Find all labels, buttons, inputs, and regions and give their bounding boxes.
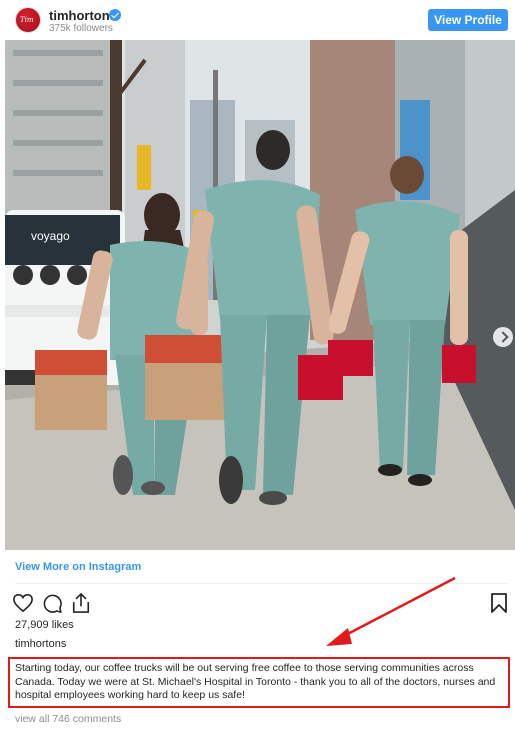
avatar-logo: Tim <box>20 16 34 24</box>
truck-brand: voyago <box>31 229 70 243</box>
username[interactable]: timhortons <box>49 8 117 23</box>
bookmark-icon[interactable] <box>490 592 508 614</box>
post-header: Tim timhortons 375k followers View Profi… <box>0 0 515 40</box>
view-profile-button[interactable]: View Profile <box>428 9 508 31</box>
chevron-right-icon[interactable] <box>493 327 513 347</box>
caption-highlight-box: Starting today, our coffee trucks will b… <box>8 657 510 708</box>
caption-username[interactable]: timhortons <box>15 638 66 650</box>
like-count: 27,909 likes <box>15 619 74 631</box>
view-more-link[interactable]: View More on Instagram <box>15 561 141 573</box>
avatar[interactable]: Tim <box>15 7 41 33</box>
verified-icon <box>109 9 121 21</box>
heart-icon[interactable] <box>12 593 34 613</box>
comment-icon[interactable] <box>42 593 63 614</box>
post-image[interactable]: voyago <box>5 40 515 550</box>
view-comments-link[interactable]: view all 746 comments <box>15 713 121 725</box>
share-icon[interactable] <box>71 592 91 614</box>
divider <box>15 583 508 584</box>
caption-text: Starting today, our coffee trucks will b… <box>15 662 496 701</box>
follower-count: 375k followers <box>49 23 113 34</box>
street-scene: voyago <box>5 40 515 550</box>
